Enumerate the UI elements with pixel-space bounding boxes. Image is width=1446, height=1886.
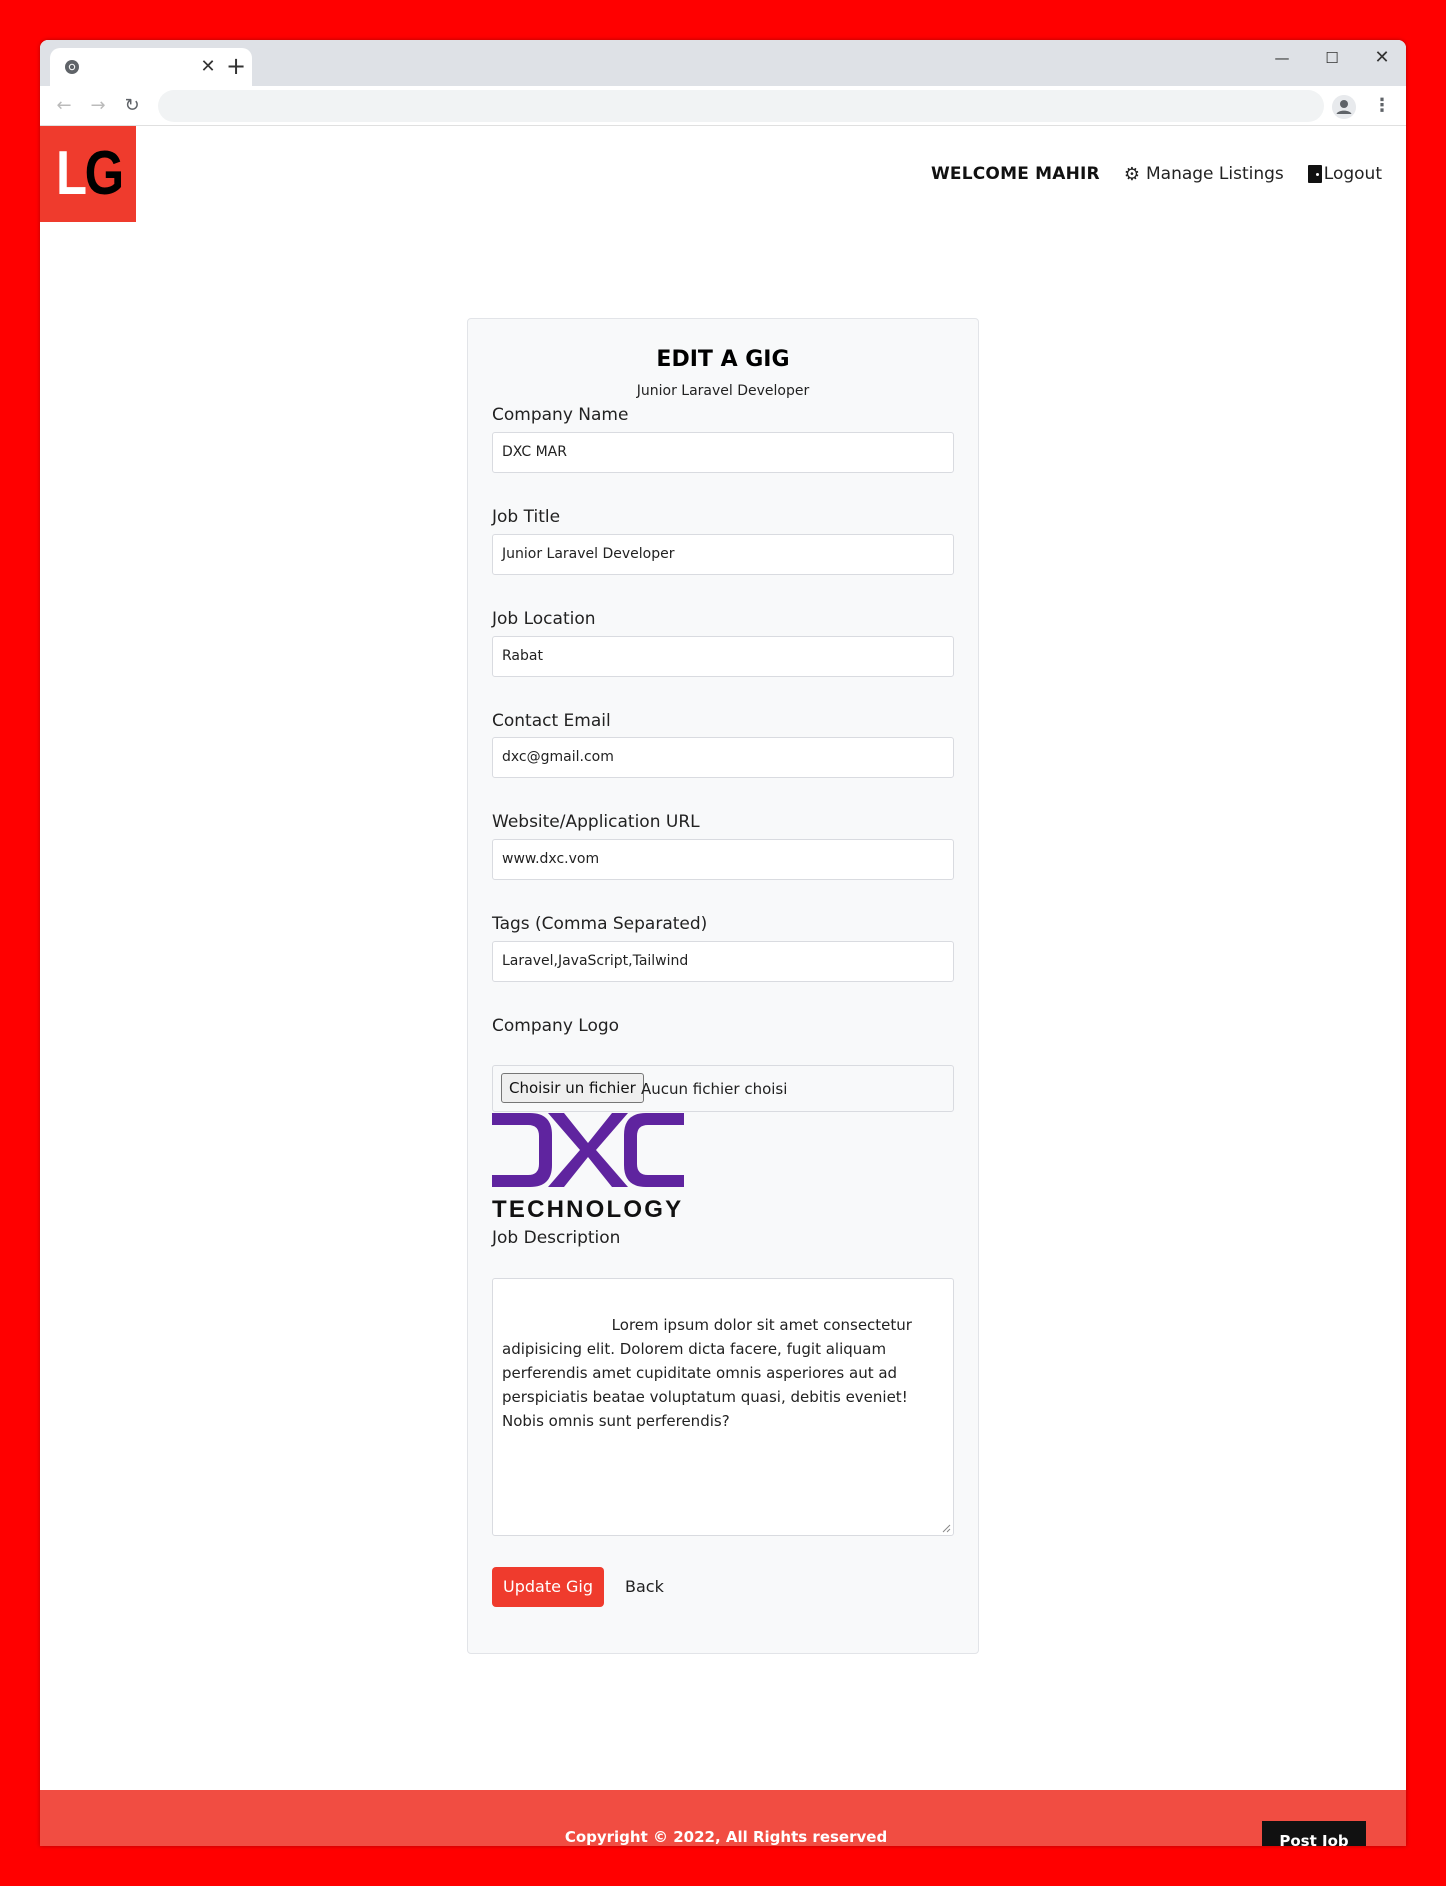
address-bar[interactable]: ☆ [158, 90, 1324, 122]
minimize-button[interactable]: — [1262, 44, 1302, 72]
company-logo-text: TECHNOLOGY [492, 1196, 683, 1221]
contact-email-label: Contact Email [492, 711, 611, 731]
footer: Copyright © 2022, All Rights reserved Po… [40, 1790, 1406, 1846]
site-logo[interactable]: LG [40, 126, 136, 222]
close-window-button[interactable]: ✕ [1362, 44, 1402, 72]
logout-label: Logout [1323, 164, 1382, 184]
logout-link[interactable]: Logout [1307, 164, 1382, 184]
job-description-label: Job Description [492, 1228, 621, 1248]
menu-dots-icon[interactable]: ⋮ [1372, 92, 1392, 120]
company-name-input[interactable]: DXC MAR [492, 432, 954, 473]
job-location-label: Job Location [492, 609, 596, 629]
tags-input[interactable]: Laravel,JavaScript,Tailwind [492, 941, 954, 982]
door-icon [1307, 165, 1322, 183]
new-tab-button[interactable]: + [222, 52, 250, 80]
website-url-input[interactable]: www.dxc.vom [492, 839, 954, 880]
profile-icon[interactable] [1332, 95, 1356, 119]
logo-letter-l: L [56, 139, 87, 208]
copyright-text: Copyright © 2022, All Rights reserved [564, 1828, 888, 1846]
choose-file-button[interactable]: Choisir un fichier [501, 1073, 644, 1103]
edit-gig-card: EDIT A GIG Junior Laravel Developer Comp… [467, 318, 979, 1654]
page-subtitle: Junior Laravel Developer [636, 383, 810, 399]
page-title: EDIT A GIG [656, 347, 790, 372]
browser-window: ✕ + — ☐ ✕ ← → ↻ ☆ ⋮ LG WELCOME MAHIR ⚙ M… [40, 40, 1406, 1846]
logo-letter-g: G [84, 139, 125, 208]
top-nav: WELCOME MAHIR ⚙ Manage Listings Logout [931, 160, 1382, 188]
update-gig-button[interactable]: Update Gig [492, 1567, 604, 1607]
welcome-text: WELCOME MAHIR [930, 164, 1100, 184]
company-logo-label: Company Logo [492, 1016, 620, 1036]
page: LG WELCOME MAHIR ⚙ Manage Listings Logou… [40, 126, 1406, 1846]
back-arrow-icon[interactable]: ← [50, 92, 78, 120]
manage-listings-label: Manage Listings [1145, 164, 1284, 184]
job-description-text: Lorem ipsum dolor sit amet consectetur a… [502, 1316, 917, 1430]
contact-email-input[interactable]: dxc@gmail.com [492, 737, 954, 778]
tab-close-icon[interactable]: ✕ [196, 55, 220, 79]
manage-listings-link[interactable]: ⚙ Manage Listings [1124, 164, 1284, 185]
maximize-button[interactable]: ☐ [1312, 44, 1352, 72]
file-status-text: Aucun fichier choisi [641, 1080, 788, 1098]
job-description-textarea[interactable]: Lorem ipsum dolor sit amet consectetur a… [492, 1278, 954, 1536]
job-title-label: Job Title [492, 507, 561, 527]
tags-label: Tags (Comma Separated) [492, 914, 708, 934]
back-link[interactable]: Back [625, 1577, 664, 1596]
forward-arrow-icon[interactable]: → [84, 92, 112, 120]
logo-file-input[interactable]: Choisir un fichier Aucun fichier choisi [492, 1065, 954, 1112]
resize-handle-icon[interactable] [941, 1523, 951, 1533]
tab-strip: ✕ + — ☐ ✕ [40, 40, 1406, 86]
browser-toolbar: ← → ↻ ☆ ⋮ [40, 86, 1406, 126]
website-url-label: Website/Application URL [492, 812, 700, 832]
chrome-icon [65, 60, 79, 74]
gear-icon: ⚙ [1123, 163, 1140, 185]
company-logo-image: TECHNOLOGY [492, 1113, 684, 1221]
job-location-input[interactable]: Rabat [492, 636, 954, 677]
job-title-input[interactable]: Junior Laravel Developer [492, 534, 954, 575]
reload-icon[interactable]: ↻ [118, 92, 146, 120]
company-name-label: Company Name [492, 405, 629, 425]
post-job-button[interactable]: Post Job [1262, 1821, 1366, 1846]
